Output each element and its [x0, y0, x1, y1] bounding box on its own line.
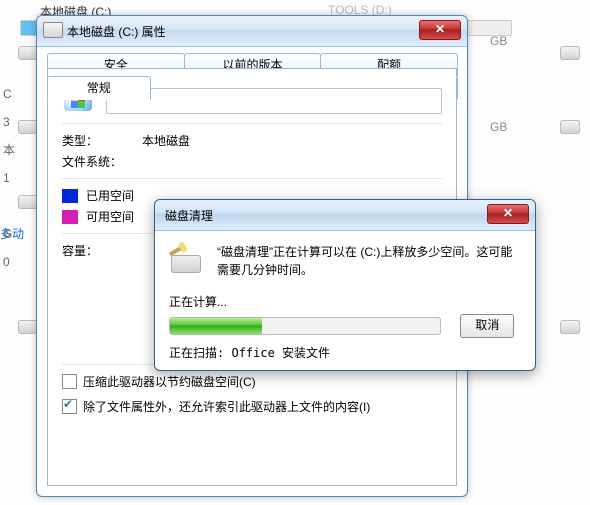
close-button[interactable]: ✕ — [419, 20, 461, 40]
scanning-target: Office 安装文件 — [231, 346, 330, 360]
cleanup-progress-fill — [170, 318, 262, 334]
free-color-swatch — [62, 210, 78, 224]
drive-icon — [18, 195, 38, 209]
scanning-label: 正在扫描: — [169, 346, 224, 360]
properties-title: 本地磁盘 (C:) 属性 — [67, 23, 166, 40]
bg-gb-1: GB — [490, 34, 507, 48]
drive-icon — [560, 46, 580, 60]
separator — [62, 178, 442, 179]
free-space-label: 可用空间 — [86, 208, 134, 225]
cleanup-titlebar[interactable]: 磁盘清理 ✕ — [155, 200, 535, 231]
drive-icon — [18, 46, 38, 60]
capacity-label: 容量： — [62, 242, 142, 259]
cleanup-icon — [169, 249, 203, 277]
cleanup-message: “磁盘清理”正在计算可以在 (C:)上释放多少空间。这可能需要几分钟时间。 — [217, 243, 521, 279]
type-value: 本地磁盘 — [142, 132, 190, 149]
drive-icon — [18, 120, 38, 134]
properties-titlebar[interactable]: 本地磁盘 (C:) 属性 ✕ — [37, 16, 467, 47]
drive-icon — [560, 320, 580, 334]
drive-icon — [18, 320, 38, 334]
compress-checkbox-label: 压缩此驱动器以节约磁盘空间(C) — [83, 373, 256, 390]
index-checkbox[interactable] — [62, 399, 77, 414]
cancel-button[interactable]: 取消 — [460, 314, 514, 338]
drive-name-input[interactable] — [106, 88, 442, 114]
cleanup-title: 磁盘清理 — [165, 207, 213, 224]
tab-general[interactable]: 常规 — [47, 76, 151, 100]
bg-gb-2: GB — [490, 120, 507, 134]
used-space-label: 已用空间 — [86, 187, 134, 204]
cleanup-status-label: 正在计算... — [169, 293, 521, 310]
drive-icon — [560, 120, 580, 134]
drive-icon — [43, 22, 63, 38]
close-button[interactable]: ✕ — [487, 204, 529, 224]
index-checkbox-label: 除了文件属性外，还允许索引此驱动器上文件的内容(I) — [83, 398, 370, 415]
bg-side-letters: C 3 本 1 G 0 — [3, 80, 15, 276]
disk-cleanup-dialog: 磁盘清理 ✕ “磁盘清理”正在计算可以在 (C:)上释放多少空间。这可能需要几分… — [154, 199, 536, 371]
cleanup-progress-bar — [169, 317, 441, 335]
type-label: 类型： — [62, 132, 142, 149]
compress-checkbox[interactable] — [62, 374, 77, 389]
used-color-swatch — [62, 189, 78, 203]
filesystem-label: 文件系统： — [62, 153, 142, 170]
separator — [62, 123, 442, 124]
